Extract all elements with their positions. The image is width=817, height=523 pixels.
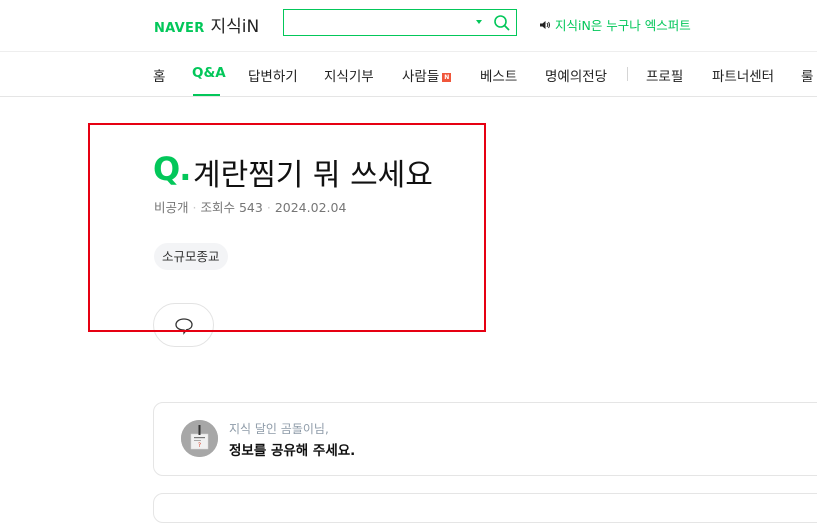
nav-hall-of-fame[interactable]: 명예의전당	[545, 65, 607, 85]
question-meta: 비공개 · 조회수 543 · 2024.02.04	[154, 197, 346, 216]
expert-promo-link[interactable]: 지식iN은 누구나 엑스퍼트	[539, 15, 691, 34]
svg-text:?: ?	[198, 442, 201, 449]
comment-icon	[175, 318, 193, 335]
search-icon	[494, 15, 510, 31]
question-title: 계란찜기 뭐 쓰세요	[193, 158, 433, 193]
expert-prompt-card: ? 지식 달인 곰돌이님, 정보를 공유해 주세요.	[153, 402, 817, 476]
top-header: NAVER 지식iN 지식iN은 누구나 엑스퍼트	[0, 0, 817, 50]
expert-avatar-image: ?	[181, 420, 218, 457]
nav-best[interactable]: 베스트	[480, 65, 517, 85]
avatar: ?	[181, 420, 218, 457]
meta-dot: ·	[266, 200, 271, 215]
new-badge: N	[442, 72, 452, 82]
nav-qna[interactable]: Q&A	[192, 65, 226, 81]
search-button[interactable]	[492, 13, 512, 33]
search-input[interactable]	[290, 13, 470, 34]
promo-text: 지식iN은 누구나 엑스퍼트	[555, 18, 691, 33]
answer-card	[153, 493, 817, 523]
nav-people-label: 사람들	[402, 69, 440, 85]
question-views: 조회수 543	[200, 200, 263, 215]
question-date: 2024.02.04	[274, 200, 347, 215]
search-scope-dropdown-icon[interactable]	[476, 20, 482, 24]
speaker-icon	[540, 20, 550, 29]
nav-rules[interactable]: 룰	[801, 65, 813, 85]
nav-answer[interactable]: 답변하기	[248, 65, 298, 85]
nav-active-underline	[193, 94, 220, 96]
question-q-mark: Q.	[153, 150, 191, 188]
nav-divider	[627, 67, 628, 81]
main-nav: 홈 Q&A 답변하기 지식기부 사람들 N 베스트 명예의전당 프로필 파트너센터…	[0, 51, 817, 97]
nav-home[interactable]: 홈	[153, 65, 165, 85]
nav-profile[interactable]: 프로필	[646, 65, 683, 85]
question-author: 비공개	[154, 200, 189, 215]
question-tag[interactable]: 소규모종교	[154, 243, 228, 270]
nav-donation[interactable]: 지식기부	[324, 65, 374, 85]
nav-people[interactable]: 사람들 N	[402, 65, 452, 85]
search-box	[283, 9, 517, 36]
expert-card-message: 정보를 공유해 주세요.	[229, 443, 356, 459]
meta-dot: ·	[192, 200, 197, 215]
nav-partner-center[interactable]: 파트너센터	[712, 65, 774, 85]
kin-logo-text: 지식iN	[210, 17, 260, 37]
expert-card-subtitle: 지식 달인 곰돌이님,	[229, 422, 329, 436]
naver-kin-logo[interactable]: NAVER 지식iN	[154, 12, 259, 37]
naver-logo-text: NAVER	[154, 21, 205, 36]
comment-button[interactable]	[153, 303, 214, 347]
